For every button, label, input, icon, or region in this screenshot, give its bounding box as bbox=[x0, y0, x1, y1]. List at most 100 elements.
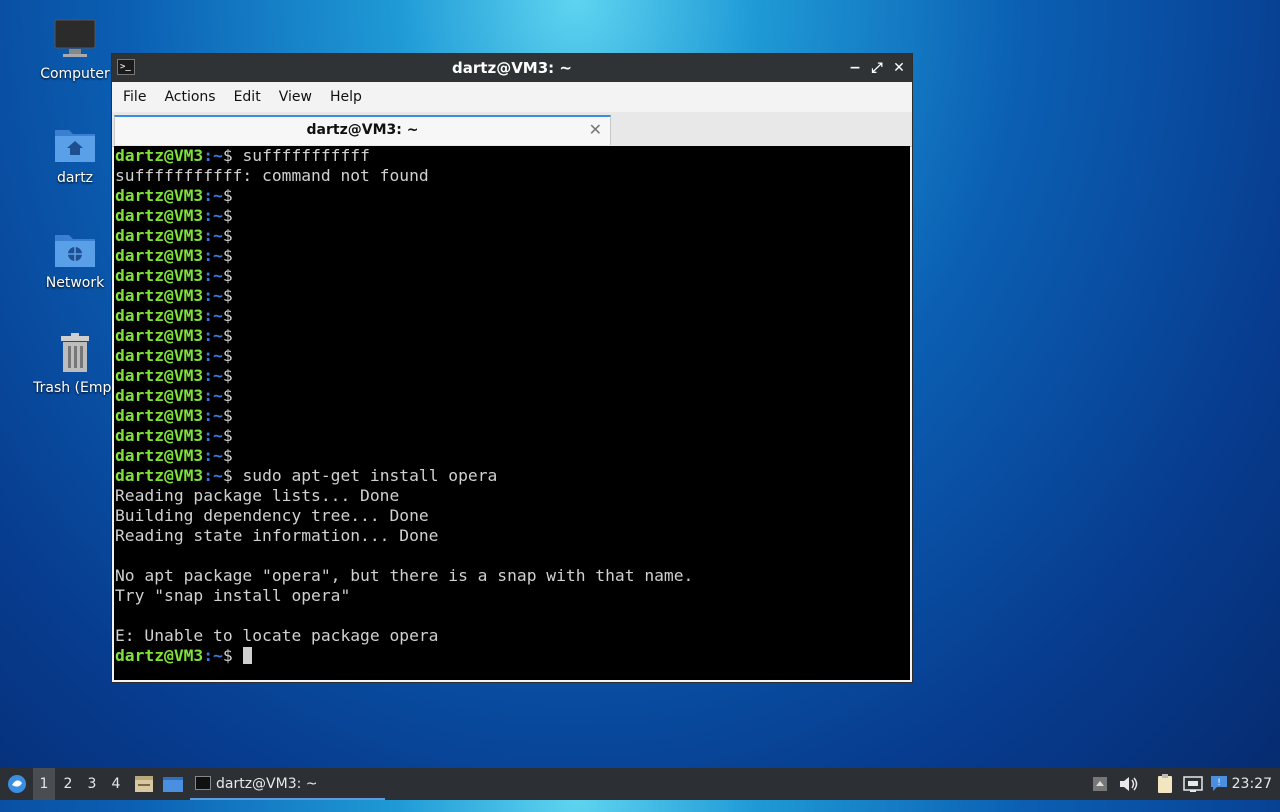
tab-title: dartz@VM3: ~ bbox=[306, 122, 419, 138]
menu-help[interactable]: Help bbox=[321, 89, 371, 105]
prompt-symbol: $ bbox=[222, 386, 233, 405]
prompt-user: dartz@VM3 bbox=[115, 446, 204, 465]
network-tray-icon[interactable] bbox=[1181, 768, 1205, 800]
clock[interactable]: 23:27 bbox=[1232, 768, 1272, 800]
prompt-user: dartz@VM3 bbox=[115, 326, 204, 345]
prompt-path: :~ bbox=[203, 646, 223, 665]
desktop-icon-label: Trash (Empt bbox=[33, 380, 117, 396]
terminal-line: dartz@VM3:~$ bbox=[114, 306, 910, 326]
clipboard-icon[interactable] bbox=[1154, 768, 1176, 800]
svg-text:!: ! bbox=[1217, 778, 1221, 788]
prompt-symbol: $ bbox=[222, 646, 233, 665]
menu-bar: File Actions Edit View Help bbox=[112, 82, 912, 112]
terminal-line: dartz@VM3:~$ sufffffffffff bbox=[114, 146, 910, 166]
tray-expand-icon[interactable] bbox=[1090, 768, 1110, 800]
volume-icon[interactable] bbox=[1116, 768, 1140, 800]
menu-actions[interactable]: Actions bbox=[155, 89, 224, 105]
workspace-3[interactable]: 3 bbox=[81, 768, 103, 800]
prompt-user: dartz@VM3 bbox=[115, 366, 204, 385]
maximize-button[interactable]: ⤢ bbox=[868, 58, 886, 78]
prompt-path: :~ bbox=[203, 366, 223, 385]
start-menu-icon[interactable] bbox=[4, 768, 30, 800]
notification-icon[interactable]: ! bbox=[1208, 768, 1230, 800]
prompt-user: dartz@VM3 bbox=[115, 426, 204, 445]
workspace-4[interactable]: 4 bbox=[105, 768, 127, 800]
prompt-symbol: $ bbox=[222, 206, 233, 225]
prompt-path: :~ bbox=[203, 266, 223, 285]
tab-terminal[interactable]: dartz@VM3: ~ ✕ bbox=[114, 115, 611, 145]
prompt-path: :~ bbox=[203, 206, 223, 225]
terminal-window: >_ dartz@VM3: ~ − ⤢ ✕ File Actions Edit … bbox=[111, 53, 913, 683]
prompt-path: :~ bbox=[203, 306, 223, 325]
terminal-line: No apt package "opera", but there is a s… bbox=[115, 566, 694, 585]
terminal-line: dartz@VM3:~$ bbox=[114, 266, 910, 286]
command-text: sufffffffffff bbox=[232, 146, 370, 165]
computer-icon bbox=[53, 18, 97, 62]
menu-edit[interactable]: Edit bbox=[225, 89, 270, 105]
workspace-2[interactable]: 2 bbox=[57, 768, 79, 800]
terminal-line: dartz@VM3:~$ bbox=[114, 206, 910, 226]
terminal-line: dartz@VM3:~$ bbox=[114, 406, 910, 426]
terminal-line: dartz@VM3:~$ sudo apt-get install opera bbox=[114, 466, 910, 486]
prompt-path: :~ bbox=[203, 386, 223, 405]
desktop-icon-network[interactable]: Network bbox=[30, 227, 120, 291]
prompt-symbol: $ bbox=[222, 466, 233, 485]
terminal-line: dartz@VM3:~$ bbox=[114, 226, 910, 246]
close-button[interactable]: ✕ bbox=[890, 58, 908, 78]
terminal-line: dartz@VM3:~$ bbox=[114, 386, 910, 406]
desktop-icon-computer[interactable]: Computer bbox=[30, 18, 120, 82]
terminal-line: dartz@VM3:~$ bbox=[114, 326, 910, 346]
prompt-symbol: $ bbox=[222, 246, 233, 265]
terminal-area[interactable]: dartz@VM3:~$ sufffffffffff sufffffffffff:… bbox=[114, 146, 910, 680]
desktop-icon-label: Network bbox=[45, 275, 105, 291]
prompt-path: :~ bbox=[203, 326, 223, 345]
taskbar: 1 2 3 4 dartz@VM3: ~ ! 23:27 bbox=[0, 768, 1280, 800]
terminal-line: E: Unable to locate package opera bbox=[115, 626, 439, 645]
prompt-user: dartz@VM3 bbox=[115, 406, 204, 425]
workspace-1[interactable]: 1 bbox=[33, 768, 55, 800]
prompt-symbol: $ bbox=[222, 146, 233, 165]
window-titlebar[interactable]: >_ dartz@VM3: ~ − ⤢ ✕ bbox=[112, 54, 912, 82]
terminal-line: dartz@VM3:~$ bbox=[114, 446, 910, 466]
window-title: dartz@VM3: ~ bbox=[452, 59, 572, 77]
terminal-line: dartz@VM3:~$ bbox=[114, 286, 910, 306]
prompt-user: dartz@VM3 bbox=[115, 186, 204, 205]
show-desktop-icon[interactable] bbox=[160, 768, 186, 800]
terminal-line: dartz@VM3:~$ bbox=[114, 186, 910, 206]
menu-file[interactable]: File bbox=[114, 89, 155, 105]
prompt-symbol: $ bbox=[222, 446, 233, 465]
prompt-symbol: $ bbox=[222, 406, 233, 425]
prompt-user: dartz@VM3 bbox=[115, 266, 204, 285]
terminal-line: Reading state information... Done bbox=[115, 526, 439, 545]
minimize-button[interactable]: − bbox=[846, 58, 864, 78]
prompt-user: dartz@VM3 bbox=[115, 306, 204, 325]
prompt-path: :~ bbox=[203, 406, 223, 425]
tab-close-icon[interactable]: ✕ bbox=[589, 120, 602, 139]
prompt-user: dartz@VM3 bbox=[115, 246, 204, 265]
command-text: sudo apt-get install opera bbox=[232, 466, 498, 485]
desktop-icon-home[interactable]: dartz bbox=[30, 122, 120, 186]
prompt-path: :~ bbox=[203, 346, 223, 365]
terminal-line: Try "snap install opera" bbox=[115, 586, 351, 605]
home-folder-icon bbox=[53, 122, 97, 166]
network-folder-icon bbox=[53, 227, 97, 271]
prompt-path: :~ bbox=[203, 186, 223, 205]
terminal-output: dartz@VM3:~$ sufffffffffff sufffffffffff:… bbox=[114, 146, 910, 666]
file-manager-icon[interactable] bbox=[133, 768, 155, 800]
prompt-user: dartz@VM3 bbox=[115, 346, 204, 365]
prompt-path: :~ bbox=[203, 426, 223, 445]
taskbar-task-terminal[interactable]: dartz@VM3: ~ bbox=[190, 768, 385, 800]
terminal-task-icon bbox=[195, 776, 211, 790]
menu-view[interactable]: View bbox=[270, 89, 321, 105]
prompt-path: :~ bbox=[203, 226, 223, 245]
prompt-user: dartz@VM3 bbox=[115, 466, 204, 485]
desktop-icon-label: Computer bbox=[40, 66, 110, 82]
prompt-symbol: $ bbox=[222, 306, 233, 325]
prompt-user: dartz@VM3 bbox=[115, 226, 204, 245]
terminal-line: dartz@VM3:~$ bbox=[114, 366, 910, 386]
terminal-line: sufffffffffff: command not found bbox=[115, 166, 429, 185]
desktop-icon-trash[interactable]: Trash (Empt bbox=[30, 332, 120, 396]
prompt-symbol: $ bbox=[222, 326, 233, 345]
